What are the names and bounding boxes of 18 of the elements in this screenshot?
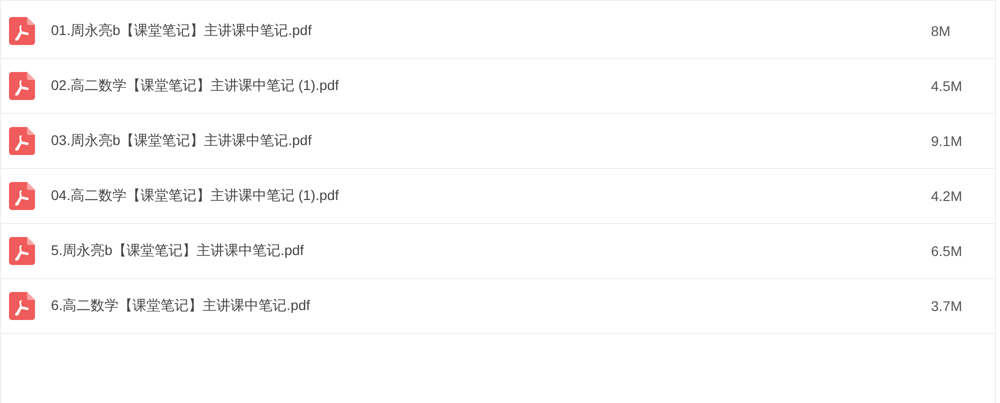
file-size: 6.5M: [931, 243, 964, 259]
file-name[interactable]: 02.高二数学【课堂笔记】主讲课中笔记 (1).pdf: [51, 77, 931, 95]
pdf-file-icon: [9, 72, 35, 100]
pdf-file-icon: [9, 237, 35, 265]
file-size: 8M: [931, 23, 952, 39]
pdf-file-icon: [9, 127, 35, 155]
file-size: 3.7M: [931, 298, 964, 314]
pdf-file-icon: [9, 17, 35, 45]
file-name[interactable]: 01.周永亮b【课堂笔记】主讲课中笔记.pdf: [51, 22, 931, 40]
file-size: 4.5M: [931, 78, 964, 94]
file-size: 4.2M: [931, 188, 964, 204]
file-size: 9.1M: [931, 133, 964, 149]
pdf-file-icon: [9, 292, 35, 320]
file-name[interactable]: 5.周永亮b【课堂笔记】主讲课中笔记.pdf: [51, 242, 931, 260]
file-name[interactable]: 04.高二数学【课堂笔记】主讲课中笔记 (1).pdf: [51, 187, 931, 205]
pdf-file-icon: [9, 182, 35, 210]
file-name[interactable]: 03.周永亮b【课堂笔记】主讲课中笔记.pdf: [51, 132, 931, 150]
file-name[interactable]: 6.高二数学【课堂笔记】主讲课中笔记.pdf: [51, 297, 931, 315]
